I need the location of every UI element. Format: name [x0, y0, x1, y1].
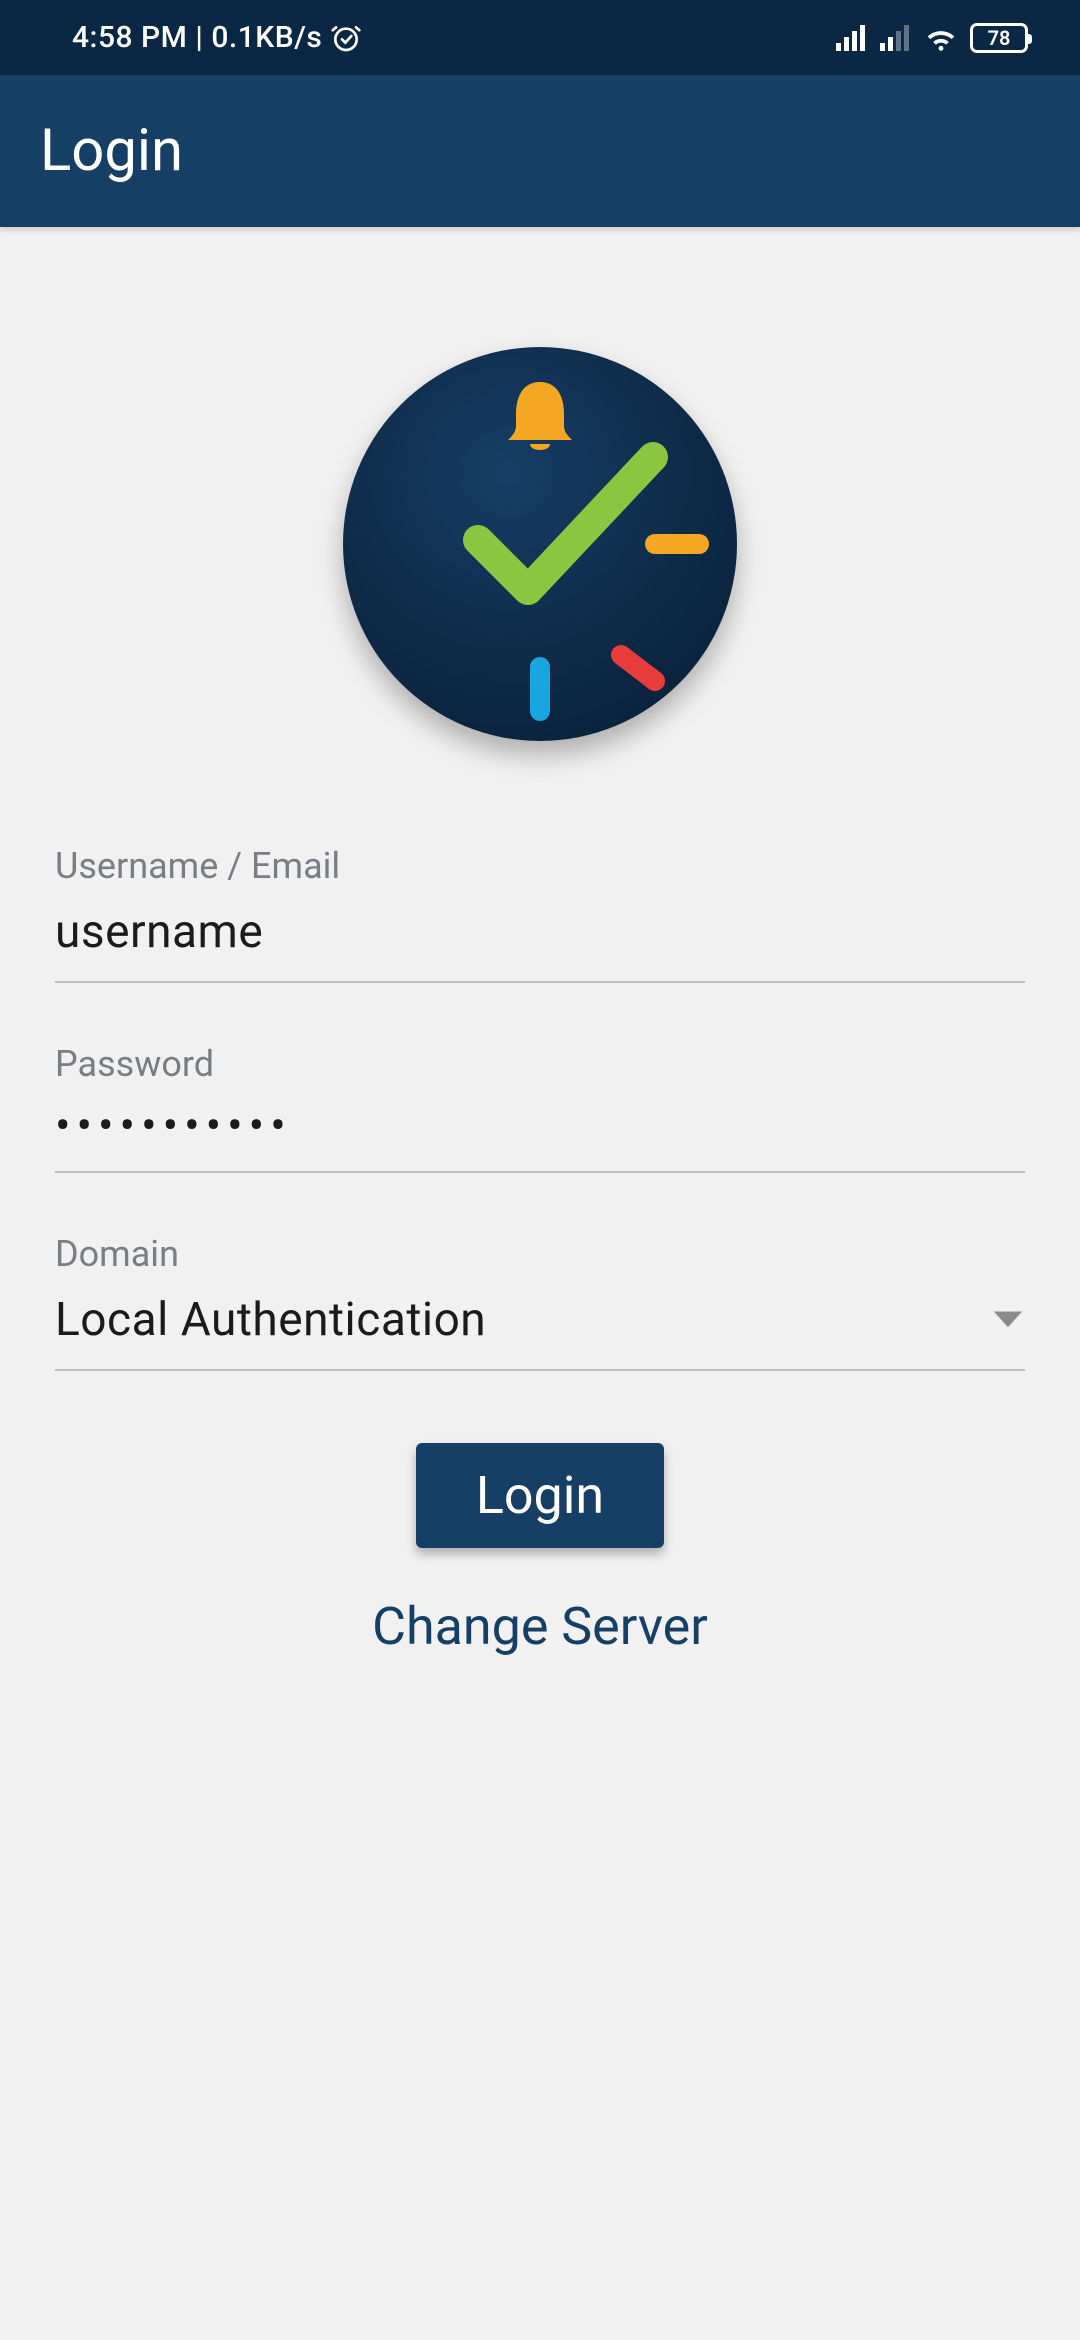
- login-form: Username / Email Password ••••••••••• Do…: [0, 845, 1080, 1657]
- logo-container: [0, 347, 1080, 741]
- username-input[interactable]: [55, 905, 1025, 959]
- login-button[interactable]: Login: [416, 1443, 664, 1548]
- username-field-group: Username / Email: [55, 845, 1025, 983]
- domain-value: Local Authentication: [55, 1293, 991, 1347]
- password-input[interactable]: •••••••••••: [55, 1103, 292, 1149]
- bell-icon: [508, 382, 572, 450]
- password-field-group: Password •••••••••••: [55, 1043, 1025, 1173]
- battery-icon: 78: [970, 23, 1028, 53]
- wifi-icon: [924, 23, 958, 53]
- status-sep: |: [195, 20, 203, 55]
- password-label: Password: [55, 1043, 1025, 1085]
- password-control[interactable]: •••••••••••: [55, 1103, 1025, 1173]
- username-control[interactable]: [55, 905, 1025, 983]
- change-server-link[interactable]: Change Server: [55, 1596, 1025, 1657]
- domain-label: Domain: [55, 1233, 1025, 1275]
- form-actions: Login Change Server: [55, 1431, 1025, 1657]
- username-label: Username / Email: [55, 845, 1025, 887]
- domain-field-group: Domain Local Authentication: [55, 1233, 1025, 1371]
- status-right: 78: [836, 23, 1028, 53]
- signal-1-icon: [836, 25, 868, 51]
- chevron-down-icon: [991, 1308, 1025, 1332]
- signal-2-icon: [880, 25, 912, 51]
- check-icon: [478, 457, 653, 590]
- login-screen: Username / Email Password ••••••••••• Do…: [0, 227, 1080, 1657]
- status-bar: 4:58 PM | 0.1KB/s 78: [0, 0, 1080, 75]
- page-title: Login: [40, 117, 183, 185]
- domain-select[interactable]: Local Authentication: [55, 1293, 1025, 1371]
- app-clock-logo: [343, 347, 737, 741]
- alarm-icon: [330, 22, 362, 54]
- tick-5-icon: [621, 655, 655, 681]
- battery-level: 78: [988, 26, 1011, 50]
- app-header: Login: [0, 75, 1080, 227]
- status-left: 4:58 PM | 0.1KB/s: [72, 20, 362, 55]
- status-time: 4:58 PM: [72, 20, 187, 55]
- status-net-speed: 0.1KB/s: [211, 20, 322, 55]
